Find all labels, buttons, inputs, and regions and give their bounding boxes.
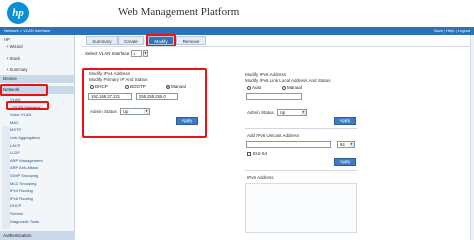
tab-summary[interactable]: Summary xyxy=(86,36,118,45)
ipv4-subtitle: Modify Primary IP And Status xyxy=(89,77,148,82)
page-title: Web Management Platform xyxy=(118,6,240,18)
tab-create[interactable]: Create xyxy=(118,36,144,45)
ipv6-option-auto[interactable]: Auto xyxy=(247,85,261,90)
sidebar-item-hp[interactable]: HP xyxy=(0,37,75,42)
checkbox-label: EUI-64 xyxy=(253,151,268,156)
ipv4-admin-status-label: Admin Status xyxy=(90,109,117,114)
sidebar-item-label: Summary xyxy=(9,67,28,72)
ipv6-admin-status-select[interactable]: Up ▼ xyxy=(277,109,307,116)
page-scrollbar[interactable] xyxy=(470,35,474,240)
chevron-down-icon: ▼ xyxy=(301,110,306,115)
section-divider xyxy=(245,128,357,129)
sidebar-item-mac[interactable]: MAC xyxy=(10,120,19,125)
ipv4-option-manual[interactable]: Manual xyxy=(166,84,186,89)
checkbox-icon xyxy=(247,151,251,156)
annotation-box-vlan-interface xyxy=(6,101,49,110)
ipv6-address-list-title: IPv6 Address xyxy=(247,175,274,180)
radio-icon xyxy=(125,84,129,89)
radio-label: Manual xyxy=(287,85,302,90)
sidebar-item-service[interactable]: Service xyxy=(10,211,23,216)
ipv4-option-bootp[interactable]: BOOTP xyxy=(125,84,146,89)
chevron-down-icon: ▼ xyxy=(349,142,354,147)
radio-label: DHCP xyxy=(95,84,108,89)
sidebar-section-authentication[interactable]: Authentication xyxy=(0,231,75,240)
sidebar-item-label: Stack xyxy=(9,56,21,61)
select-value: 64 xyxy=(340,142,345,147)
hp-logo: hp xyxy=(7,2,29,24)
section-divider xyxy=(245,170,357,171)
sidebar-item-mld-snooping[interactable]: MLD Snooping xyxy=(10,181,36,186)
sidebar-item-lacp[interactable]: LACP xyxy=(10,143,20,148)
annotation-box-network xyxy=(0,84,48,96)
sidebar-item-label: Wizard xyxy=(9,44,23,49)
ipv6-link-local-field[interactable] xyxy=(246,93,302,100)
radio-label: Auto xyxy=(252,85,262,90)
ipv6-address-list[interactable] xyxy=(245,183,357,233)
vlan-select-label: Select VLAN Interface: xyxy=(85,51,131,56)
sidebar-item-mstp[interactable]: MSTP xyxy=(10,127,21,132)
sidebar-section-device[interactable]: Device xyxy=(0,75,75,83)
ipv6-admin-status-label: Admin Status xyxy=(247,110,274,115)
sidebar-item-link-aggregation[interactable]: Link Aggregation xyxy=(10,135,40,140)
ipv4-mask-field[interactable]: 255.255.255.0 xyxy=(136,93,178,100)
sidebar-item-ipv4-routing[interactable]: IPv4 Routing xyxy=(10,188,33,193)
breadcrumb: Network > VLAN Interface xyxy=(4,28,51,33)
chevron-down-icon: ▼ xyxy=(144,109,149,114)
sidebar-item-diagnostic-tools[interactable]: Diagnostic Tools xyxy=(10,219,39,224)
ipv6-unicast-apply-button[interactable]: Apply xyxy=(334,158,356,166)
radio-icon xyxy=(247,85,251,90)
sidebar-item-igmp-snooping[interactable]: IGMP Snooping xyxy=(10,173,38,178)
tab-remove[interactable]: Remove xyxy=(176,36,206,45)
radio-label: BOOTP xyxy=(130,84,146,89)
ipv4-option-dhcp[interactable]: DHCP xyxy=(90,84,108,89)
sidebar-item-arp-management[interactable]: ARP Management xyxy=(10,158,43,163)
ipv6-apply-button[interactable]: Apply xyxy=(334,117,356,125)
sidebar-item-wizard[interactable]: + Wizard xyxy=(0,44,75,49)
eui64-checkbox[interactable]: EUI-64 xyxy=(247,151,267,156)
sidebar-item-lldp[interactable]: LLDP xyxy=(10,150,20,155)
ipv4-apply-button[interactable]: Apply xyxy=(176,117,198,125)
vlan-interface-select[interactable]: 1 xyxy=(131,50,142,57)
ipv6-unicast-title: Add IPv6 Unicast Address xyxy=(247,133,300,138)
sidebar-item-voice-vlan[interactable]: Voice VLAN xyxy=(10,112,31,117)
sidebar-tree-guide xyxy=(2,126,10,229)
ipv6-option-manual[interactable]: Manual xyxy=(282,85,302,90)
ipv6-unicast-address-field[interactable] xyxy=(246,141,331,148)
sidebar-item-stack[interactable]: + Stack xyxy=(0,56,75,61)
header-links[interactable]: Save | Help | Logout xyxy=(434,28,470,33)
ipv6-subtitle: Modify IPv6 Link Local Address And Statu… xyxy=(245,78,331,83)
radio-icon xyxy=(90,84,94,89)
breadcrumb-bar xyxy=(0,27,474,35)
sidebar-item-ipv6-routing[interactable]: IPv6 Routing xyxy=(10,196,33,201)
ipv6-title: Modify IPv6 Address xyxy=(245,72,287,77)
sidebar-item-arp-anti-attack[interactable]: ARP Anti-Attack xyxy=(10,165,38,170)
radio-icon xyxy=(282,85,286,90)
select-value: Up xyxy=(123,109,129,114)
select-value: Up xyxy=(280,110,286,115)
chevron-down-icon[interactable]: ▼ xyxy=(143,50,148,57)
radio-label: Manual xyxy=(171,84,186,89)
ipv6-prefix-select[interactable]: 64 ▼ xyxy=(337,141,355,148)
ipv4-address-field[interactable]: 192.168.37.221 xyxy=(88,93,132,100)
ipv4-admin-status-select[interactable]: Up ▼ xyxy=(120,108,150,115)
sidebar-item-summary[interactable]: + Summary xyxy=(0,67,75,72)
radio-selected-icon xyxy=(166,84,170,89)
ipv4-title: Modify IPv4 Address xyxy=(89,71,131,76)
tab-divider xyxy=(82,46,474,47)
sidebar-item-dhcp[interactable]: DHCP xyxy=(10,203,21,208)
